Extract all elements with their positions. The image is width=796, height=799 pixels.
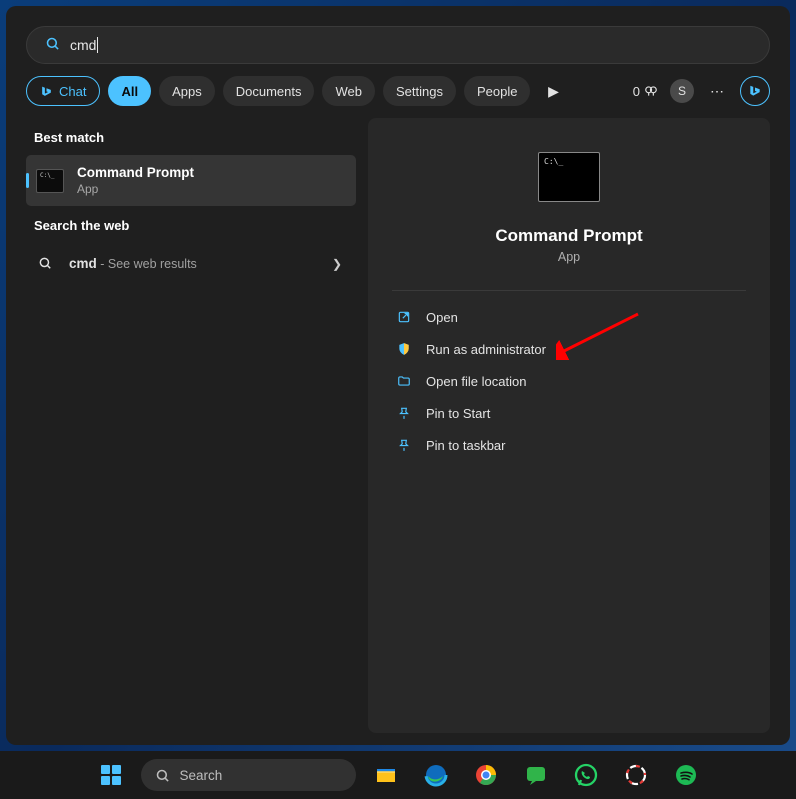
preview-panel: Command Prompt App Open Run as administr… [368,118,770,733]
chrome-icon[interactable] [466,755,506,795]
spotify-icon[interactable] [666,755,706,795]
edge-icon[interactable] [416,755,456,795]
open-file-location-action[interactable]: Open file location [392,365,746,397]
pin-to-start-action[interactable]: Pin to Start [392,397,746,429]
results-body: Best match Command Prompt App Search the… [26,118,770,733]
result-title: Command Prompt [77,165,194,180]
app-title: Command Prompt [495,226,642,246]
filter-row: Chat All Apps Documents Web Settings Peo… [26,76,770,106]
web-query: cmd [69,256,97,271]
shield-icon [396,341,412,357]
rewards-counter[interactable]: 0 [629,84,662,99]
documents-filter[interactable]: Documents [223,76,315,106]
settings-filter[interactable]: Settings [383,76,456,106]
whatsapp-icon[interactable] [566,755,606,795]
open-icon [396,309,412,325]
file-explorer-icon[interactable] [366,755,406,795]
search-web-header: Search the web [26,206,356,243]
people-filter[interactable]: People [464,76,530,106]
search-input-container[interactable]: cmd [26,26,770,64]
search-icon [36,256,54,273]
web-filter[interactable]: Web [322,76,375,106]
best-match-header: Best match [26,118,356,155]
more-filters-scroll[interactable]: ▶ [538,76,568,106]
bing-chat-icon [40,85,53,98]
divider [392,290,746,291]
all-filter[interactable]: All [108,76,151,106]
bing-icon [748,84,762,98]
pin-to-taskbar-action[interactable]: Pin to taskbar [392,429,746,461]
app-subtitle: App [558,250,580,264]
taskbar-search-placeholder: Search [180,768,223,783]
start-search-flyout: cmd Chat All Apps Documents Web Settings… [6,6,790,745]
best-match-result[interactable]: Command Prompt App [26,155,356,206]
search-icon [155,768,170,783]
more-options-icon[interactable]: ⋯ [702,76,732,106]
cmd-icon [36,169,64,193]
taskbar: Search [0,751,796,799]
apps-filter[interactable]: Apps [159,76,215,106]
windows-logo-icon [101,765,121,785]
user-avatar[interactable]: S [670,79,694,103]
search-query-text: cmd [70,37,98,53]
web-search-result[interactable]: cmd - See web results ❯ [26,243,356,285]
results-left-column: Best match Command Prompt App Search the… [26,118,356,733]
chat-app-icon[interactable] [516,755,556,795]
web-query-sub: - See web results [97,257,197,271]
start-button[interactable] [91,755,131,795]
taskbar-search[interactable]: Search [141,759,356,791]
run-as-admin-action[interactable]: Run as administrator [392,333,746,365]
search-icon [45,36,60,55]
app-icon-large [538,152,600,202]
rewards-icon [644,84,658,98]
result-subtitle: App [77,182,194,196]
open-action[interactable]: Open [392,301,746,333]
pin-icon [396,405,412,421]
pin-icon [396,437,412,453]
folder-icon [396,373,412,389]
app-icon[interactable] [616,755,656,795]
app-actions: Open Run as administrator Open file loca… [392,301,746,461]
bing-button[interactable] [740,76,770,106]
chevron-right-icon: ❯ [332,257,346,271]
chat-filter[interactable]: Chat [26,76,100,106]
